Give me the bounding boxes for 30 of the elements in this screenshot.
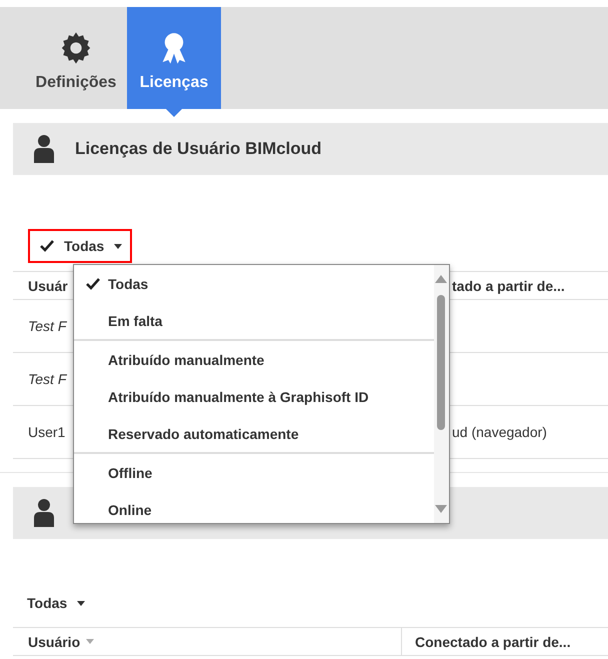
- menu-item[interactable]: Em falta: [74, 302, 434, 339]
- check-icon: [86, 278, 100, 290]
- column-header[interactable]: Usuár: [28, 278, 68, 294]
- filter-dropdown[interactable]: Todas: [27, 586, 94, 620]
- person-icon: [33, 135, 55, 163]
- filter-dropdown[interactable]: Todas: [28, 229, 132, 263]
- column-header[interactable]: Usuário: [28, 634, 80, 650]
- menu-item[interactable]: Offline: [74, 454, 434, 491]
- caret-icon: [77, 600, 86, 606]
- column-header[interactable]: tado a partir de...: [452, 278, 565, 294]
- table-cell: ud (navegador): [452, 424, 547, 440]
- menu-item[interactable]: Atribuído manualmente: [74, 341, 434, 378]
- menu-item[interactable]: Online: [74, 491, 434, 523]
- person-icon: [33, 499, 55, 527]
- scrollbar-thumb[interactable]: [437, 295, 445, 430]
- check-icon: [40, 240, 54, 252]
- menu-item[interactable]: Atribuído manualmente à Graphisoft ID: [74, 378, 434, 415]
- menu-item[interactable]: Todas: [74, 265, 434, 302]
- caret-icon: [86, 639, 94, 644]
- column-header[interactable]: Conectado a partir de...: [415, 634, 571, 650]
- table-cell: User1: [28, 424, 66, 440]
- table-cell: Test F: [28, 318, 66, 334]
- section-title: Licenças de Usuário BIMcloud: [75, 139, 322, 159]
- menu-item[interactable]: Reservado automaticamente: [74, 415, 434, 452]
- caret-icon: [114, 244, 122, 248]
- settings-icon: [59, 31, 93, 65]
- scroll-up-icon[interactable]: [435, 275, 447, 283]
- table-cell: Test F: [28, 371, 66, 387]
- tab[interactable]: Definições: [25, 7, 127, 109]
- scroll-down-icon[interactable]: [435, 505, 447, 513]
